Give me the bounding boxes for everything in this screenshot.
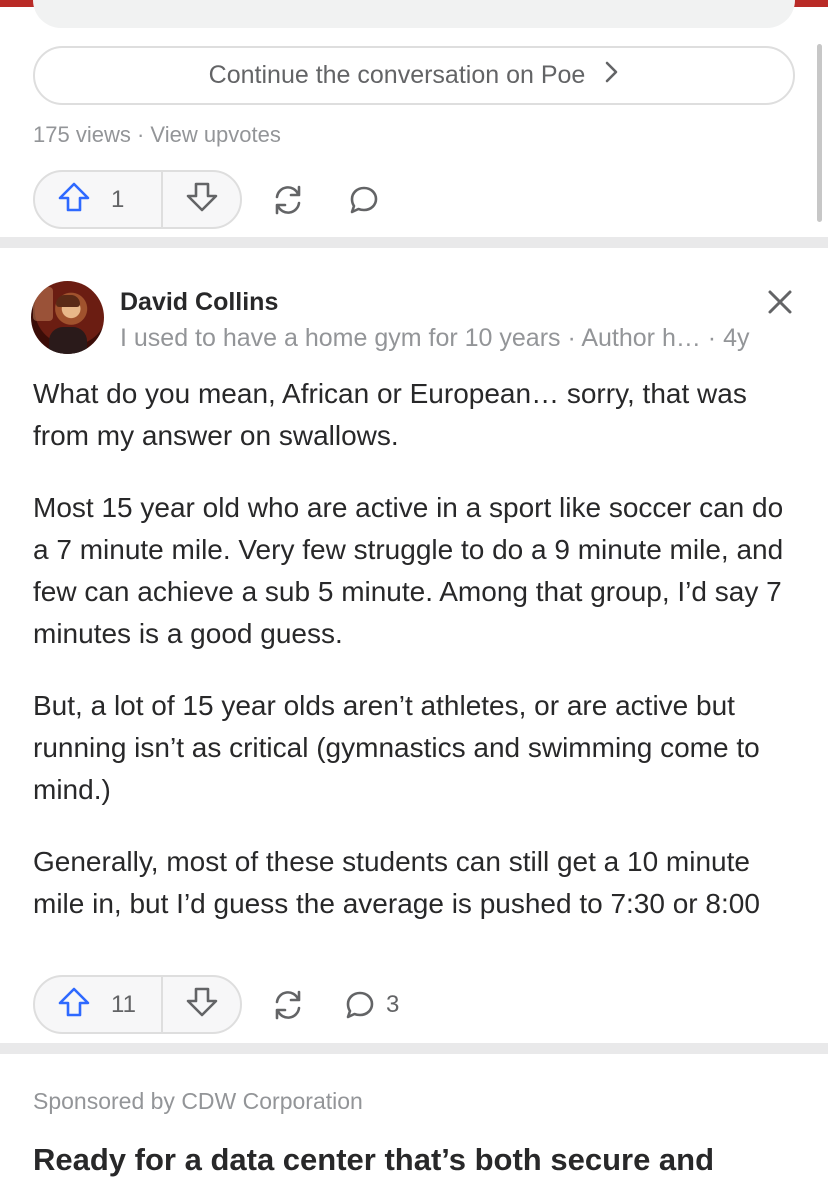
avatar[interactable] [31, 281, 104, 354]
continue-on-poe-button[interactable]: Continue the conversation on Poe [33, 46, 795, 105]
upvote-count: 1 [111, 185, 125, 213]
answer-paragraph: What do you mean, African or European… s… [33, 378, 747, 451]
answer-paragraph: But, a lot of 15 year olds aren’t athlet… [33, 690, 760, 805]
meta-separator: · [136, 122, 145, 147]
author-credential: I used to have a home gym for 10 years ·… [120, 324, 750, 352]
answer-paragraph: Generally, most of these students can st… [33, 846, 760, 919]
downvote-button[interactable] [163, 172, 240, 227]
previous-card-edge [33, 0, 795, 28]
ad-headline[interactable]: Ready for a data center that’s both secu… [33, 1142, 714, 1178]
views-count: 175 views [33, 122, 131, 147]
close-icon[interactable] [764, 286, 796, 318]
answer-body: What do you mean, African or European… s… [33, 373, 793, 955]
downvote-button[interactable] [163, 977, 240, 1032]
share-icon[interactable] [268, 985, 308, 1025]
vote-pill: 11 [33, 975, 242, 1034]
upvote-arrow-icon [57, 181, 91, 218]
downvote-arrow-icon [185, 181, 219, 218]
view-upvotes-link[interactable]: View upvotes [150, 122, 280, 147]
upvote-button[interactable]: 11 [35, 977, 163, 1032]
comment-count[interactable]: 3 [386, 991, 399, 1019]
section-divider [0, 237, 828, 248]
scrollbar[interactable] [817, 44, 822, 222]
upvote-count: 11 [111, 990, 136, 1018]
section-divider [0, 1043, 828, 1054]
sponsored-label[interactable]: Sponsored by CDW Corporation [33, 1088, 363, 1115]
downvote-arrow-icon [185, 986, 219, 1023]
chevron-right-icon [603, 60, 619, 91]
answer-paragraph: Most 15 year old who are active in a spo… [33, 492, 784, 649]
share-icon[interactable] [268, 180, 308, 220]
comment-icon[interactable] [340, 985, 380, 1025]
upvote-button[interactable]: 1 [35, 172, 163, 227]
views-line: 175 views · View upvotes [33, 122, 281, 148]
upvote-arrow-icon [57, 986, 91, 1023]
author-name[interactable]: David Collins [120, 288, 278, 317]
vote-pill: 1 [33, 170, 242, 229]
comment-icon[interactable] [344, 180, 384, 220]
continue-on-poe-label: Continue the conversation on Poe [208, 61, 586, 89]
